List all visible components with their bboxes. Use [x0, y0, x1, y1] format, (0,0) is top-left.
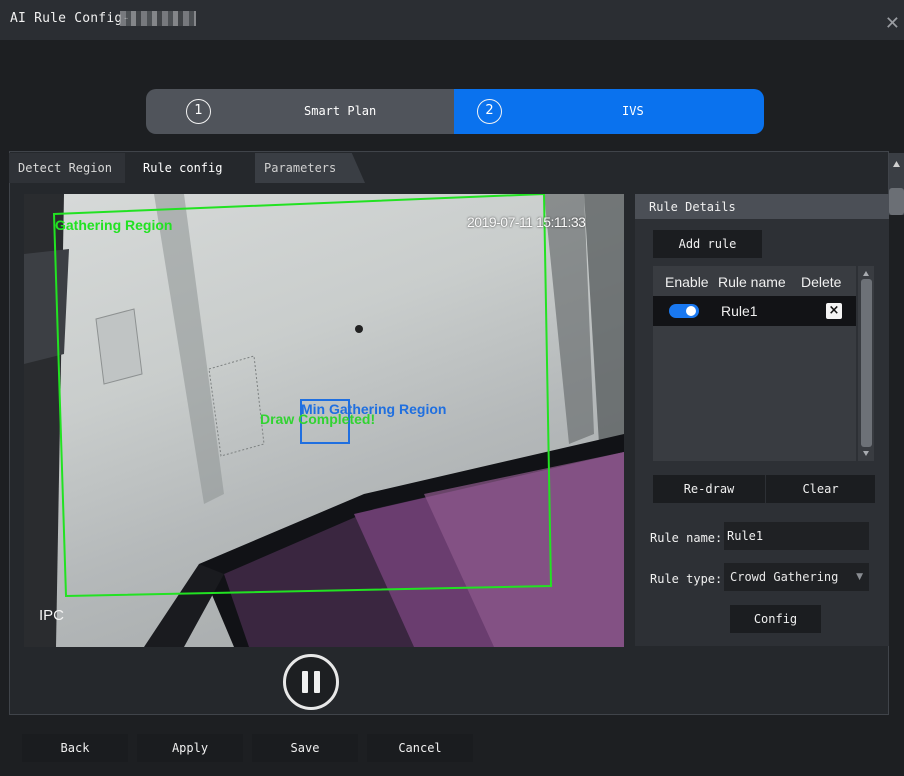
rule-name-field[interactable]: Rule1 [724, 522, 869, 550]
step-ivs[interactable]: 2 IVS [454, 89, 764, 134]
panel-scrollbar-thumb[interactable] [889, 188, 904, 215]
step-label-smart-plan: Smart Plan [304, 104, 377, 118]
tab-rule-config[interactable]: Rule config [134, 153, 250, 183]
draw-completed-label: Draw Completed! [260, 411, 376, 427]
add-rule-button[interactable]: Add rule [653, 230, 762, 258]
pause-icon[interactable] [283, 654, 339, 710]
title-redacted-text [120, 11, 196, 26]
close-icon[interactable]: ✕ [885, 15, 900, 33]
pause-bar-right [314, 671, 320, 693]
camera-label: IPC [39, 607, 65, 624]
tab-parameters[interactable]: Parameters [255, 153, 365, 183]
rule-table-scrollbar-thumb[interactable] [861, 279, 872, 447]
redraw-button[interactable]: Re-draw [653, 475, 765, 503]
rule-type-value: Crowd Gathering [730, 570, 839, 584]
rule-type-select[interactable]: Crowd Gathering ▼ [724, 563, 869, 591]
column-delete: Delete [801, 274, 842, 290]
video-preview[interactable]: Gathering Region 2019-07-11 15:11:33 Min… [24, 194, 624, 647]
cancel-button[interactable]: Cancel [367, 734, 473, 762]
column-enable: Enable [665, 274, 709, 290]
step-number-1: 1 [186, 99, 211, 124]
chevron-down-icon: ▼ [856, 572, 863, 582]
apply-button[interactable]: Apply [137, 734, 243, 762]
pause-bar-left [302, 671, 308, 693]
rule-table-header: Enable Rule name Delete [653, 266, 856, 296]
window-title: AI Rule Config- [10, 11, 131, 26]
rule-details-title: Rule Details [649, 200, 736, 214]
save-button[interactable]: Save [252, 734, 358, 762]
scroll-down-icon [863, 451, 869, 456]
clear-button[interactable]: Clear [766, 475, 875, 503]
config-button[interactable]: Config [730, 605, 821, 633]
table-row[interactable]: Rule1 × [653, 296, 856, 326]
column-rule-name: Rule name [718, 274, 786, 290]
step-number-2: 2 [477, 99, 502, 124]
wizard-stepper: 1 Smart Plan 2 IVS [146, 89, 764, 134]
toggle-knob [686, 306, 696, 316]
close-square-icon[interactable]: × [826, 303, 842, 319]
enable-toggle[interactable] [669, 304, 699, 318]
video-timestamp: 2019-07-11 15:11:33 [467, 214, 586, 230]
rule-type-label: Rule type: [650, 572, 723, 586]
step-smart-plan[interactable]: 1 Smart Plan [146, 89, 454, 134]
tab-detect-region[interactable]: Detect Region [9, 153, 125, 183]
rule-name-cell: Rule1 [721, 303, 758, 319]
scroll-up-icon [863, 271, 869, 276]
back-button[interactable]: Back [22, 734, 128, 762]
gathering-region-label: Gathering Region [55, 217, 173, 233]
rule-name-label: Rule name: [650, 531, 723, 545]
step-label-ivs: IVS [622, 104, 644, 118]
